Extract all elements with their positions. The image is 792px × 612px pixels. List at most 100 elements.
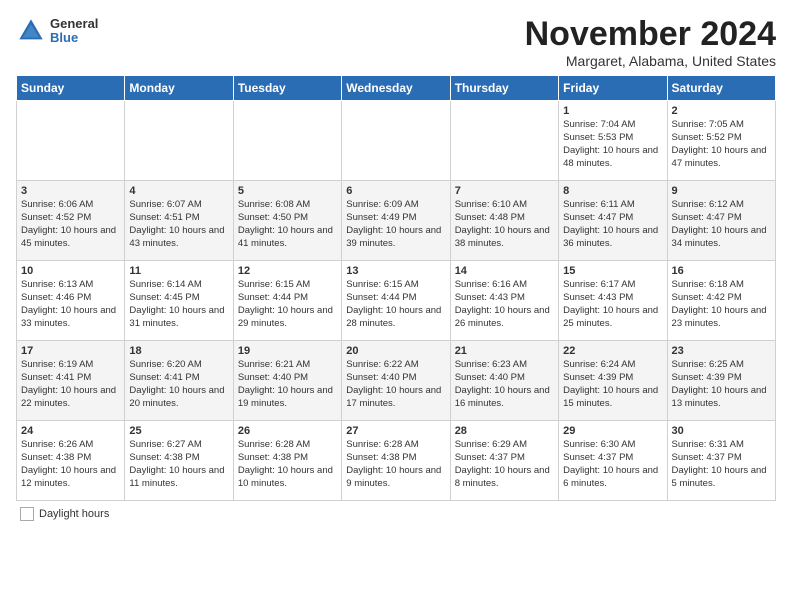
day-number: 5 [238, 185, 337, 197]
day-info: Sunrise: 6:27 AM Sunset: 4:38 PM Dayligh… [129, 439, 224, 488]
calendar-row: 10 Sunrise: 6:13 AM Sunset: 4:46 PM Dayli… [17, 261, 776, 341]
day-number: 19 [238, 345, 337, 357]
calendar-table: SundayMondayTuesdayWednesdayThursdayFrid… [16, 75, 776, 501]
calendar-cell [233, 101, 341, 181]
day-info: Sunrise: 6:23 AM Sunset: 4:40 PM Dayligh… [455, 359, 550, 408]
day-number: 18 [129, 345, 228, 357]
day-info: Sunrise: 6:15 AM Sunset: 4:44 PM Dayligh… [238, 279, 333, 328]
day-info: Sunrise: 6:13 AM Sunset: 4:46 PM Dayligh… [21, 279, 116, 328]
calendar-cell: 25 Sunrise: 6:27 AM Sunset: 4:38 PM Dayli… [125, 421, 233, 501]
calendar-cell: 18 Sunrise: 6:20 AM Sunset: 4:41 PM Dayli… [125, 341, 233, 421]
page-container: General Blue November 2024 Margaret, Ala… [0, 0, 792, 531]
calendar-header-cell: Thursday [450, 76, 558, 101]
calendar-cell: 27Sunrise: 6:28 AM Sunset: 4:38 PM Dayli… [342, 421, 450, 501]
calendar-cell: 15Sunrise: 6:17 AM Sunset: 4:43 PM Dayli… [559, 261, 667, 341]
calendar-row: 1Sunrise: 7:04 AM Sunset: 5:53 PM Daylig… [17, 101, 776, 181]
calendar-cell: 28 Sunrise: 6:29 AM Sunset: 4:37 PM Dayli… [450, 421, 558, 501]
day-info: Sunrise: 6:19 AM Sunset: 4:41 PM Dayligh… [21, 359, 116, 408]
day-number: 29 [563, 425, 662, 437]
day-number: 7 [455, 185, 554, 197]
day-number: 9 [672, 185, 771, 197]
day-number: 11 [129, 265, 228, 277]
day-info: Sunrise: 6:22 AM Sunset: 4:40 PM Dayligh… [346, 359, 441, 408]
calendar-cell: 16Sunrise: 6:18 AM Sunset: 4:42 PM Dayli… [667, 261, 775, 341]
day-info: Sunrise: 6:24 AM Sunset: 4:39 PM Dayligh… [563, 359, 658, 408]
day-number: 3 [21, 185, 120, 197]
calendar-cell: 19Sunrise: 6:21 AM Sunset: 4:40 PM Dayli… [233, 341, 341, 421]
calendar-cell: 3 Sunrise: 6:06 AM Sunset: 4:52 PM Daylig… [17, 181, 125, 261]
calendar-cell: 8 Sunrise: 6:11 AM Sunset: 4:47 PM Daylig… [559, 181, 667, 261]
calendar-cell: 9 Sunrise: 6:12 AM Sunset: 4:47 PM Daylig… [667, 181, 775, 261]
day-number: 2 [672, 105, 771, 117]
day-info: Sunrise: 6:15 AM Sunset: 4:44 PM Dayligh… [346, 279, 441, 328]
legend-item-daylight: Daylight hours [20, 507, 109, 521]
calendar-cell: 6Sunrise: 6:09 AM Sunset: 4:49 PM Daylig… [342, 181, 450, 261]
calendar-cell: 24Sunrise: 6:26 AM Sunset: 4:38 PM Dayli… [17, 421, 125, 501]
day-number: 25 [129, 425, 228, 437]
calendar-cell: 30 Sunrise: 6:31 AM Sunset: 4:37 PM Dayli… [667, 421, 775, 501]
title-block: November 2024 Margaret, Alabama, United … [525, 16, 776, 69]
day-info: Sunrise: 6:08 AM Sunset: 4:50 PM Dayligh… [238, 199, 333, 248]
day-number: 23 [672, 345, 771, 357]
calendar-cell: 1Sunrise: 7:04 AM Sunset: 5:53 PM Daylig… [559, 101, 667, 181]
calendar-cell: 4Sunrise: 6:07 AM Sunset: 4:51 PM Daylig… [125, 181, 233, 261]
calendar-header: SundayMondayTuesdayWednesdayThursdayFrid… [17, 76, 776, 101]
day-info: Sunrise: 6:11 AM Sunset: 4:47 PM Dayligh… [563, 199, 658, 248]
day-number: 14 [455, 265, 554, 277]
logo: General Blue [16, 16, 98, 46]
day-info: Sunrise: 6:25 AM Sunset: 4:39 PM Dayligh… [672, 359, 767, 408]
day-info: Sunrise: 6:06 AM Sunset: 4:52 PM Dayligh… [21, 199, 116, 248]
legend-row: Daylight hours [16, 507, 776, 521]
day-info: Sunrise: 6:30 AM Sunset: 4:37 PM Dayligh… [563, 439, 658, 488]
day-number: 13 [346, 265, 445, 277]
day-number: 28 [455, 425, 554, 437]
logo-icon [16, 16, 46, 46]
day-number: 30 [672, 425, 771, 437]
day-info: Sunrise: 6:09 AM Sunset: 4:49 PM Dayligh… [346, 199, 441, 248]
calendar-cell: 7Sunrise: 6:10 AM Sunset: 4:48 PM Daylig… [450, 181, 558, 261]
logo-general-text: General [50, 17, 98, 31]
day-info: Sunrise: 6:12 AM Sunset: 4:47 PM Dayligh… [672, 199, 767, 248]
calendar-cell [342, 101, 450, 181]
calendar-cell: 12 Sunrise: 6:15 AM Sunset: 4:44 PM Dayli… [233, 261, 341, 341]
day-info: Sunrise: 7:04 AM Sunset: 5:53 PM Dayligh… [563, 119, 658, 168]
calendar-cell: 21 Sunrise: 6:23 AM Sunset: 4:40 PM Dayli… [450, 341, 558, 421]
legend-box-white [20, 507, 34, 521]
day-number: 15 [563, 265, 662, 277]
main-title: November 2024 [525, 16, 776, 53]
day-number: 22 [563, 345, 662, 357]
subtitle: Margaret, Alabama, United States [525, 53, 776, 69]
day-info: Sunrise: 6:29 AM Sunset: 4:37 PM Dayligh… [455, 439, 550, 488]
logo-text: General Blue [50, 17, 98, 46]
day-number: 12 [238, 265, 337, 277]
day-info: Sunrise: 6:16 AM Sunset: 4:43 PM Dayligh… [455, 279, 550, 328]
day-number: 10 [21, 265, 120, 277]
day-info: Sunrise: 6:18 AM Sunset: 4:42 PM Dayligh… [672, 279, 767, 328]
calendar-row: 24Sunrise: 6:26 AM Sunset: 4:38 PM Dayli… [17, 421, 776, 501]
calendar-cell: 26Sunrise: 6:28 AM Sunset: 4:38 PM Dayli… [233, 421, 341, 501]
calendar-cell: 22 Sunrise: 6:24 AM Sunset: 4:39 PM Dayli… [559, 341, 667, 421]
day-number: 4 [129, 185, 228, 197]
calendar-cell: 17 Sunrise: 6:19 AM Sunset: 4:41 PM Dayli… [17, 341, 125, 421]
day-info: Sunrise: 6:31 AM Sunset: 4:37 PM Dayligh… [672, 439, 767, 488]
calendar-cell: 11 Sunrise: 6:14 AM Sunset: 4:45 PM Dayli… [125, 261, 233, 341]
calendar-cell: 14 Sunrise: 6:16 AM Sunset: 4:43 PM Dayli… [450, 261, 558, 341]
day-info: Sunrise: 6:20 AM Sunset: 4:41 PM Dayligh… [129, 359, 224, 408]
calendar-header-cell: Friday [559, 76, 667, 101]
day-number: 8 [563, 185, 662, 197]
day-info: Sunrise: 6:26 AM Sunset: 4:38 PM Dayligh… [21, 439, 116, 488]
day-number: 27 [346, 425, 445, 437]
day-info: Sunrise: 6:14 AM Sunset: 4:45 PM Dayligh… [129, 279, 224, 328]
day-number: 17 [21, 345, 120, 357]
calendar-cell: 23 Sunrise: 6:25 AM Sunset: 4:39 PM Dayli… [667, 341, 775, 421]
legend-daylight-label: Daylight hours [39, 508, 109, 520]
calendar-row: 3 Sunrise: 6:06 AM Sunset: 4:52 PM Daylig… [17, 181, 776, 261]
calendar-cell [450, 101, 558, 181]
calendar-cell: 13 Sunrise: 6:15 AM Sunset: 4:44 PM Dayli… [342, 261, 450, 341]
calendar-row: 17 Sunrise: 6:19 AM Sunset: 4:41 PM Dayli… [17, 341, 776, 421]
calendar-header-cell: Sunday [17, 76, 125, 101]
calendar-header-cell: Monday [125, 76, 233, 101]
header: General Blue November 2024 Margaret, Ala… [16, 16, 776, 69]
day-number: 21 [455, 345, 554, 357]
calendar-cell [125, 101, 233, 181]
